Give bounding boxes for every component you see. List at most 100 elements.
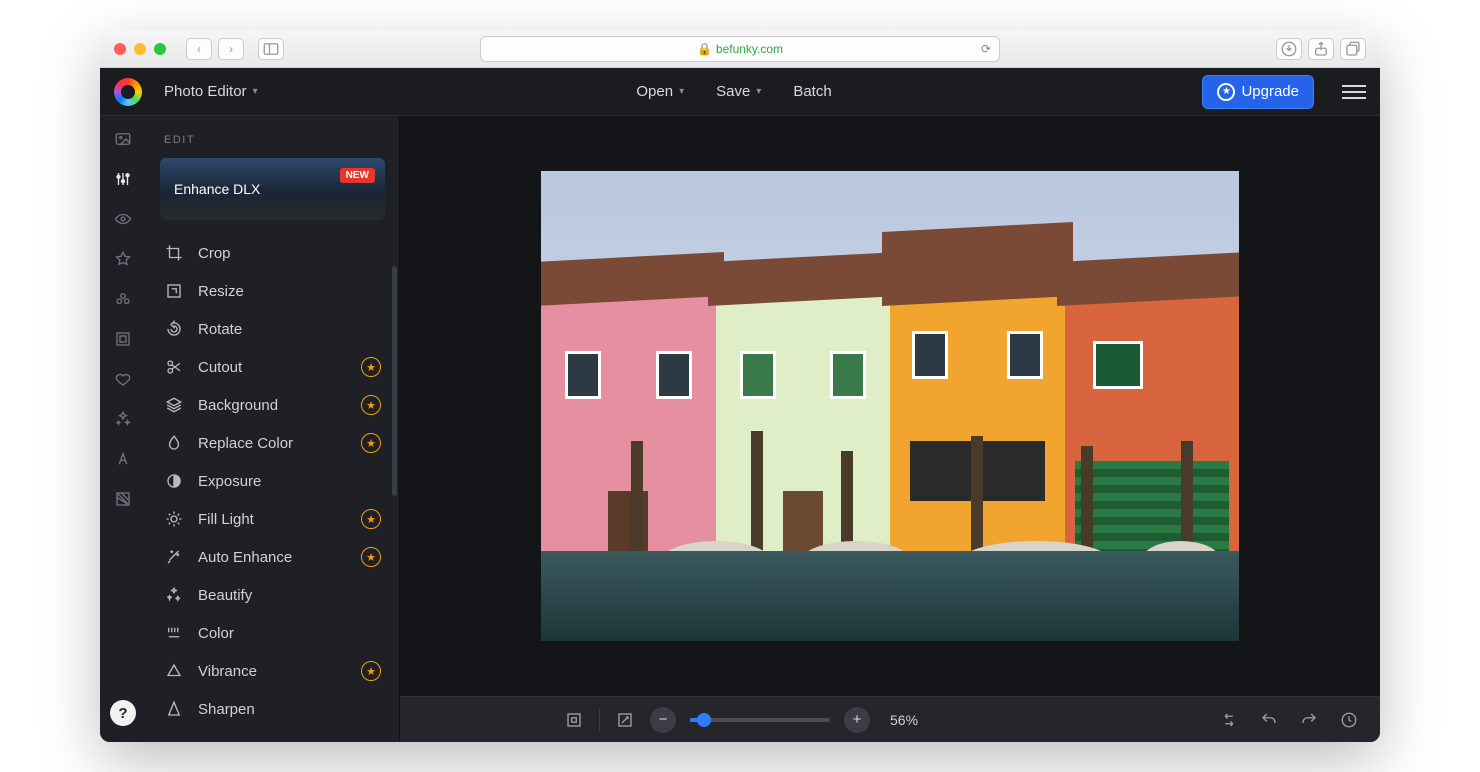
actual-size-button[interactable]	[614, 709, 636, 731]
rail-effects[interactable]	[112, 208, 134, 230]
rotate-icon	[164, 319, 184, 339]
tool-fill-light[interactable]: Fill Light★	[146, 500, 399, 538]
rail-textures[interactable]	[112, 488, 134, 510]
tool-label: Resize	[198, 283, 244, 300]
rail-graphics[interactable]	[112, 368, 134, 390]
browser-downloads-button[interactable]	[1276, 38, 1302, 60]
window-minimize-button[interactable]	[134, 43, 146, 55]
feature-enhance-dlx[interactable]: Enhance DLX NEW	[160, 158, 385, 220]
bottom-bar: − + 56%	[400, 696, 1380, 742]
rail-artsy[interactable]	[112, 288, 134, 310]
zoom-out-button[interactable]: −	[650, 707, 676, 733]
save-label: Save	[716, 83, 750, 100]
app-logo[interactable]	[114, 78, 142, 106]
tool-replace-color[interactable]: Replace Color ★	[146, 424, 399, 462]
beautify-icon	[164, 585, 184, 605]
edit-panel: EDIT Enhance DLX NEW CropResizeRotateCut…	[146, 116, 400, 742]
canvas-area: − + 56%	[400, 116, 1380, 742]
upgrade-button[interactable]: ★ Upgrade	[1202, 75, 1314, 109]
chevron-down-icon: ▾	[679, 86, 684, 97]
menu-button[interactable]	[1342, 85, 1366, 99]
fit-screen-button[interactable]	[563, 709, 585, 731]
chevron-down-icon: ▾	[756, 86, 761, 97]
cutout-icon	[164, 357, 184, 377]
tool-label: Color	[198, 625, 234, 642]
batch-label: Batch	[793, 83, 831, 100]
tool-crop[interactable]: Crop	[146, 234, 399, 272]
app-topbar: Photo Editor ▾ Open ▾ Save ▾ Batch ★ Upg…	[100, 68, 1380, 116]
premium-star-icon: ★	[361, 547, 381, 567]
tool-label: Beautify	[198, 587, 252, 604]
replace-color-icon	[164, 433, 184, 453]
tool-label: Replace Color	[198, 435, 293, 452]
canvas[interactable]	[400, 116, 1380, 696]
open-dropdown[interactable]: Open ▾	[628, 77, 692, 106]
browser-address-bar[interactable]: 🔒 befunky.com ⟳	[480, 36, 1000, 62]
chevron-down-icon: ▾	[253, 86, 258, 97]
tool-label: Rotate	[198, 321, 242, 338]
mode-label: Photo Editor	[164, 83, 247, 100]
browser-sidebar-button[interactable]	[258, 38, 284, 60]
new-badge: NEW	[340, 168, 375, 183]
window-zoom-button[interactable]	[154, 43, 166, 55]
premium-star-icon: ★	[361, 509, 381, 529]
browser-refresh-button[interactable]: ⟳	[981, 42, 991, 56]
color-icon	[164, 623, 184, 643]
tool-vibrance[interactable]: Vibrance★	[146, 652, 399, 690]
zoom-slider[interactable]	[690, 718, 830, 722]
rail-overlays[interactable]	[112, 408, 134, 430]
tool-background[interactable]: Background ★	[146, 386, 399, 424]
mode-dropdown[interactable]: Photo Editor ▾	[156, 77, 266, 106]
tool-label: Background	[198, 397, 278, 414]
tool-exposure[interactable]: Exposure	[146, 462, 399, 500]
scrollbar[interactable]	[392, 266, 397, 496]
tool-sharpen[interactable]: Sharpen	[146, 690, 399, 728]
tool-rail: ?	[100, 116, 146, 742]
rail-edit[interactable]	[112, 168, 134, 190]
crop-icon	[164, 243, 184, 263]
separator	[599, 709, 600, 731]
browser-forward-button[interactable]: ›	[218, 38, 244, 60]
tool-rotate[interactable]: Rotate	[146, 310, 399, 348]
browser-nav: ‹ ›	[186, 38, 244, 60]
compare-button[interactable]	[1218, 709, 1240, 731]
zoom-in-button[interactable]: +	[844, 707, 870, 733]
resize-icon	[164, 281, 184, 301]
upgrade-label: Upgrade	[1241, 83, 1299, 100]
tool-auto-enhance[interactable]: Auto Enhance ★	[146, 538, 399, 576]
auto-enhance-icon	[164, 547, 184, 567]
premium-star-icon: ★	[361, 433, 381, 453]
undo-button[interactable]	[1258, 709, 1280, 731]
window-close-button[interactable]	[114, 43, 126, 55]
vibrance-icon	[164, 661, 184, 681]
browser-share-button[interactable]	[1308, 38, 1334, 60]
history-button[interactable]	[1338, 709, 1360, 731]
traffic-lights	[114, 43, 166, 55]
help-button[interactable]: ?	[110, 700, 136, 726]
background-icon	[164, 395, 184, 415]
tool-label: Auto Enhance	[198, 549, 292, 566]
rail-image[interactable]	[112, 128, 134, 150]
tool-label: Crop	[198, 245, 231, 262]
exposure-icon	[164, 471, 184, 491]
open-label: Open	[636, 83, 673, 100]
tool-beautify[interactable]: Beautify	[146, 576, 399, 614]
rail-text[interactable]	[112, 448, 134, 470]
rail-frames[interactable]	[112, 328, 134, 350]
tool-cutout[interactable]: Cutout★	[146, 348, 399, 386]
star-badge-icon: ★	[1217, 83, 1235, 101]
browser-tabs-button[interactable]	[1340, 38, 1366, 60]
browser-chrome: ‹ › 🔒 befunky.com ⟳	[100, 30, 1380, 68]
photo	[541, 171, 1239, 641]
premium-star-icon: ★	[361, 395, 381, 415]
tool-resize[interactable]: Resize	[146, 272, 399, 310]
tool-color[interactable]: Color	[146, 614, 399, 652]
browser-back-button[interactable]: ‹	[186, 38, 212, 60]
browser-url: befunky.com	[716, 42, 783, 56]
batch-button[interactable]: Batch	[785, 77, 839, 106]
redo-button[interactable]	[1298, 709, 1320, 731]
browser-window: ‹ › 🔒 befunky.com ⟳ Ph	[100, 30, 1380, 742]
rail-favorites[interactable]	[112, 248, 134, 270]
save-dropdown[interactable]: Save ▾	[708, 77, 769, 106]
tools-list: CropResizeRotateCutout★Background★Replac…	[146, 230, 399, 742]
